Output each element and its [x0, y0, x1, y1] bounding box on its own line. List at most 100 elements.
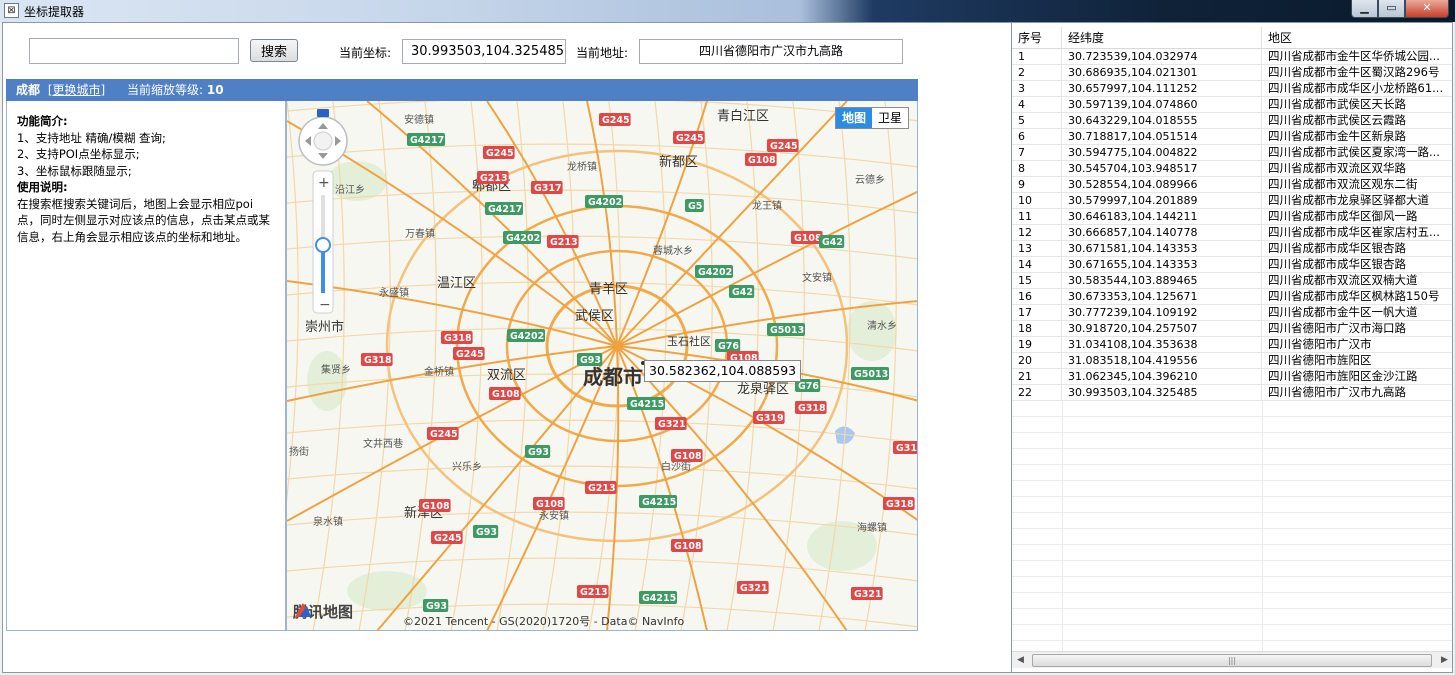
map-town-label: 泉水镇: [313, 515, 343, 528]
road-shield-label: G108: [674, 451, 702, 462]
tencent-map-logo-icon: [295, 603, 311, 617]
column-header-index[interactable]: 序号: [1012, 27, 1062, 48]
column-header-coords[interactable]: 经纬度: [1062, 27, 1262, 48]
row-coords: 30.579997,104.201889: [1062, 193, 1262, 208]
scroll-left-icon[interactable]: ◀: [1012, 652, 1029, 669]
road-shield-label: G4202: [506, 233, 540, 244]
map-district-label: 青白江区: [717, 108, 769, 124]
road-shield-label: G4215: [630, 399, 664, 410]
zoom-in-icon: +: [318, 175, 330, 191]
table-row[interactable]: 19 31.034108,104.353638 四川省德阳市广汉市: [1012, 337, 1452, 353]
row-region: 四川省成都市武侯区天长路: [1262, 97, 1452, 112]
table-row[interactable]: 17 30.777239,104.109192 四川省成都市金牛区一帆大道: [1012, 305, 1452, 321]
column-header-region[interactable]: 地区: [1262, 27, 1452, 48]
road-shield-label: G245: [486, 148, 514, 159]
results-table: 序号 经纬度 地区 1 30.723539,104.032974 四川省成都市金牛区…: [1011, 23, 1452, 672]
map-town-label: 云德乡: [855, 173, 885, 186]
table-row[interactable]: 6 30.718817,104.051514 四川省成都市金牛区新泉路: [1012, 129, 1452, 145]
table-row[interactable]: 7 30.594775,104.004822 四川省成都市武侯区夏家湾一路...: [1012, 145, 1452, 161]
close-icon[interactable]: ✕: [1405, 0, 1449, 18]
table-row[interactable]: 18 30.918720,104.257507 四川省德阳市广汉市海口路: [1012, 321, 1452, 337]
table-row[interactable]: 14 30.671655,104.143353 四川省成都市成华区银杏路: [1012, 257, 1452, 273]
road-shield-label: G4202: [510, 331, 544, 342]
road-shield-label: G42: [822, 237, 843, 248]
row-index: 16: [1012, 289, 1062, 304]
table-row[interactable]: 9 30.528554,104.089966 四川省成都市双流区观东二街: [1012, 177, 1452, 193]
road-shield-label: G76: [718, 341, 739, 352]
row-region: 四川省成都市龙泉驿区驿都大道: [1262, 193, 1452, 208]
scroll-right-icon[interactable]: ▶: [1436, 652, 1452, 669]
map-type-map-button[interactable]: 地图: [835, 108, 872, 128]
features-title: 功能简介:: [17, 114, 68, 128]
table-row[interactable]: 22 30.993503,104.325485 四川省德阳市广汉市九高路: [1012, 385, 1452, 401]
road-shield-label: G318: [886, 499, 914, 510]
map-district-label: 崇州市: [305, 319, 344, 335]
address-field[interactable]: 四川省德阳市广汉市九高路: [639, 39, 903, 64]
road-shield-label: G108: [492, 389, 520, 400]
title-bar[interactable]: ⊠ 坐标提取器 ▁ ▭ ✕: [0, 0, 1455, 22]
table-row[interactable]: 15 30.583544,103.889465 四川省成都市双流区双楠大道: [1012, 273, 1452, 289]
row-index: 14: [1012, 257, 1062, 272]
row-coords: 31.062345,104.396210: [1062, 369, 1262, 384]
row-index: 19: [1012, 337, 1062, 352]
window-title: 坐标提取器: [24, 5, 85, 19]
road-shield-label: G4215: [642, 593, 676, 604]
road-shield-label: G321: [854, 589, 882, 600]
table-row[interactable]: 20 31.083518,104.419556 四川省德阳市旌阳区: [1012, 353, 1452, 369]
map-district-label: 温江区: [437, 276, 476, 291]
table-row[interactable]: 1 30.723539,104.032974 四川省成都市金牛区华侨城公园...: [1012, 49, 1452, 65]
table-row[interactable]: 21 31.062345,104.396210 四川省德阳市旌阳区金沙江路: [1012, 369, 1452, 385]
table-row[interactable]: 3 30.657997,104.111252 四川省成都市成华区小龙桥路61...: [1012, 81, 1452, 97]
table-row[interactable]: 10 30.579997,104.201889 四川省成都市龙泉驿区驿都大道: [1012, 193, 1452, 209]
row-index: 17: [1012, 305, 1062, 320]
table-row[interactable]: 16 30.673353,104.125671 四川省成都市成华区枫林路150号: [1012, 289, 1452, 305]
table-empty-area: [1012, 401, 1452, 651]
road-shield-label: G318: [364, 355, 392, 366]
map-town-label: 兴乐乡: [452, 461, 482, 473]
compass-icon: [317, 109, 329, 117]
row-coords: 30.583544,103.889465: [1062, 273, 1262, 288]
table-row[interactable]: 5 30.643229,104.018555 四川省成都市武侯区云霞路: [1012, 113, 1452, 129]
coord-field[interactable]: 30.993503,104.325485: [402, 39, 566, 64]
map-town-label: 安德镇: [404, 113, 434, 126]
row-region: 四川省德阳市旌阳区: [1262, 353, 1452, 368]
map-district-label: 青羊区: [589, 281, 628, 297]
search-input[interactable]: [29, 38, 239, 64]
map-town-label: 永盛镇: [379, 286, 409, 299]
table-row[interactable]: 13 30.671581,104.143353 四川省成都市成华区银杏路: [1012, 241, 1452, 257]
road-shield-label: G108: [794, 233, 822, 244]
scroll-thumb[interactable]: |||: [1032, 654, 1432, 667]
map-type-satellite-button[interactable]: 卫星: [872, 108, 908, 128]
maximize-icon[interactable]: ▭: [1378, 0, 1405, 18]
coord-label: 当前坐标:: [339, 46, 392, 60]
row-region: 四川省成都市金牛区蜀汉路296号: [1262, 65, 1452, 80]
feature-item: 1、支持地址 精确/模糊 查询;: [17, 130, 166, 145]
map-canvas[interactable]: 成都市青羊区武侯区双流区温江区郫都区新都区青白江区龙泉驿区新津区崇州市玉石社区安…: [287, 101, 918, 631]
row-coords: 30.777239,104.109192: [1062, 305, 1262, 320]
map-town-label: 海螺镇: [857, 521, 887, 534]
feature-item: 2、支持POI点坐标显示;: [17, 147, 140, 161]
row-coords: 31.034108,104.353638: [1062, 337, 1262, 352]
map-type-switch: 地图 卫星: [834, 107, 909, 129]
map-view[interactable]: 成都市 青羊区 武侯区 双流区 温江区 郫都区 新都区 青白江区 龙泉驿区 新津区 崇州市 玉石社区安…: [286, 101, 918, 631]
row-region: 四川省德阳市广汉市九高路: [1262, 385, 1452, 400]
row-index: 8: [1012, 161, 1062, 176]
row-coords: 30.718817,104.051514: [1062, 129, 1262, 144]
search-button[interactable]: 搜索: [250, 39, 298, 62]
table-row[interactable]: 8 30.545704,103.948517 四川省成都市双流区双华路: [1012, 161, 1452, 177]
table-row[interactable]: 11 30.646183,104.144211 四川省成都市成华区御风一路: [1012, 209, 1452, 225]
horizontal-scrollbar[interactable]: ◀ ||| ▶: [1012, 651, 1452, 668]
map-town-label: 永安镇: [539, 509, 569, 522]
table-row[interactable]: 2 30.686935,104.021301 四川省成都市金牛区蜀汉路296号: [1012, 65, 1452, 81]
info-panel: 功能简介: 1、支持地址 精确/模糊 查询; 2、支持POI点坐标显示; 3、坐…: [6, 101, 286, 631]
road-shield-label: G318: [798, 403, 826, 414]
usage-title: 使用说明:: [17, 180, 68, 194]
minimize-icon[interactable]: ▁: [1351, 0, 1378, 18]
change-city-link[interactable]: [更换城市]: [48, 83, 105, 97]
row-index: 9: [1012, 177, 1062, 192]
row-region: 四川省成都市成华区银杏路: [1262, 241, 1452, 256]
row-coords: 30.594775,104.004822: [1062, 145, 1262, 160]
map-town-label: 扬街: [289, 445, 309, 458]
table-row[interactable]: 4 30.597139,104.074860 四川省成都市武侯区天长路: [1012, 97, 1452, 113]
table-row[interactable]: 12 30.666857,104.140778 四川省成都市成华区崔家店村五...: [1012, 225, 1452, 241]
